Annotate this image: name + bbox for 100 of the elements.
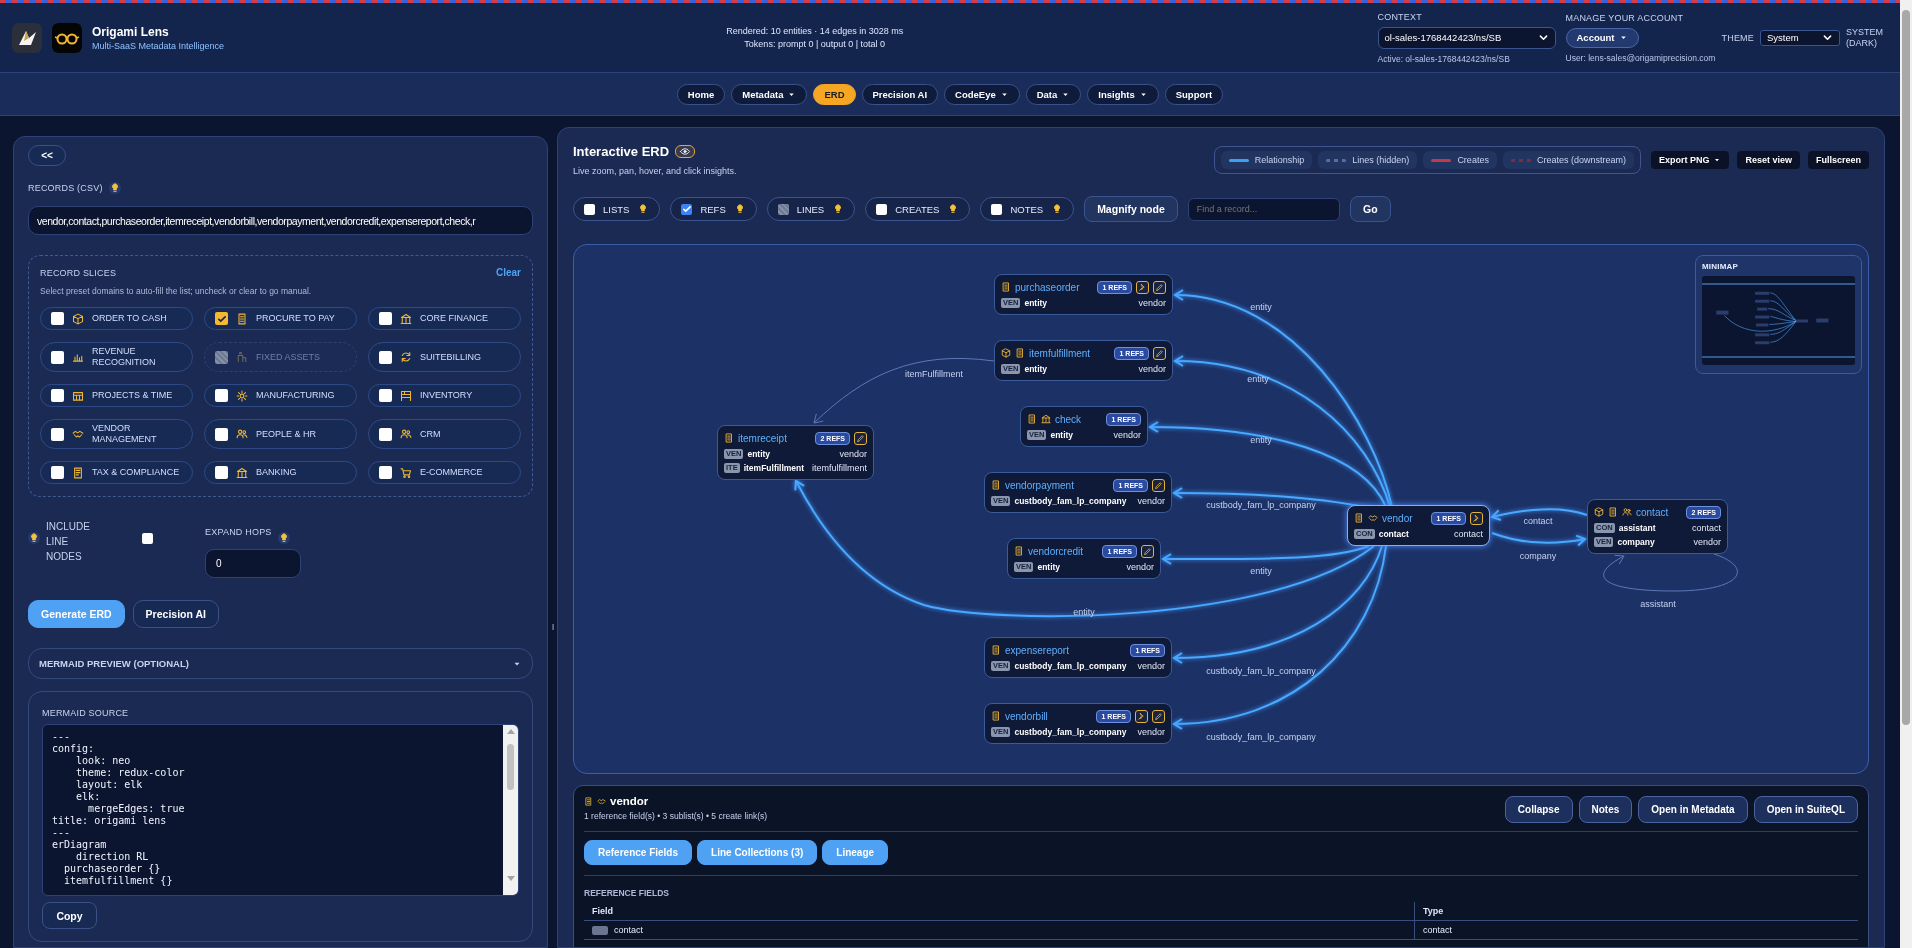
filter-toggle[interactable]: NOTES: [980, 197, 1075, 221]
records-input[interactable]: vendor,contact,purchaseorder,itemreceipt,vendorbill,vendorpayment,vendorcredit,expensereport,check,r: [28, 206, 533, 235]
edit-button[interactable]: [1152, 478, 1165, 492]
slice-option[interactable]: CRM: [368, 419, 521, 449]
checkbox[interactable]: [51, 389, 64, 402]
receipt-icon: [1014, 546, 1024, 556]
filter-toggle[interactable]: LISTS: [573, 197, 661, 221]
slice-option[interactable]: SUITEBILLING: [368, 342, 521, 372]
account-button[interactable]: Account: [1565, 27, 1639, 48]
checkbox[interactable]: [876, 203, 888, 215]
edit-button[interactable]: [854, 431, 867, 445]
context-label: CONTEXT: [1377, 11, 1423, 22]
slice-option[interactable]: PEOPLE & HR: [204, 419, 357, 449]
collapse-button[interactable]: <<: [28, 145, 66, 166]
details-button[interactable]: Open in Metadata: [1638, 796, 1748, 823]
erd-canvas[interactable]: [573, 244, 1869, 774]
nav-tab[interactable]: Home: [676, 83, 726, 105]
toolbar-button[interactable]: Export PNG: [1650, 151, 1730, 169]
checkbox[interactable]: [142, 533, 153, 544]
details-button[interactable]: Collapse: [1504, 796, 1573, 823]
slice-label: VENDOR MANAGEMENT: [92, 423, 158, 445]
slice-option[interactable]: PROCURE TO PAY: [204, 307, 357, 330]
slice-option[interactable]: ORDER TO CASH: [40, 307, 193, 330]
edge-label: assistant: [1640, 599, 1676, 609]
checkbox[interactable]: [681, 203, 693, 215]
slice-option[interactable]: PROJECTS & TIME: [40, 384, 193, 407]
legend-item[interactable]: Relationship: [1220, 151, 1313, 169]
slice-option[interactable]: MANUFACTURING: [204, 384, 357, 407]
toggle-label: CREATES: [895, 203, 940, 215]
field-type: vendor: [1693, 537, 1721, 547]
slices-hint: Select preset domains to auto-fill the list; uncheck or clear to go manual.: [40, 286, 313, 296]
entity-name: check: [1055, 413, 1083, 425]
checkbox[interactable]: [991, 203, 1003, 215]
filter-toggle[interactable]: CREATES: [865, 197, 971, 221]
page-scrollbar[interactable]: [1900, 0, 1912, 948]
nav-tab[interactable]: Metadata: [731, 83, 808, 105]
edit-button[interactable]: [1153, 346, 1166, 360]
filter-toggle[interactable]: REFS: [670, 197, 757, 221]
checkbox[interactable]: [51, 427, 64, 441]
legend-item[interactable]: Lines (hidden): [1318, 151, 1418, 169]
table-cell: contact: [1423, 925, 1453, 935]
edit-button[interactable]: [1153, 280, 1166, 294]
edge-label: entity: [1247, 374, 1269, 384]
checkbox[interactable]: [379, 312, 392, 325]
checkbox[interactable]: [215, 312, 228, 325]
slice-option[interactable]: BANKING: [204, 461, 357, 484]
nav-tab[interactable]: Data: [1025, 83, 1082, 105]
slice-label: REVENUE RECOGNITION: [92, 346, 157, 368]
slice-option[interactable]: INVENTORY: [368, 384, 521, 407]
toolbar-button[interactable]: Reset view: [1737, 151, 1800, 169]
slice-option[interactable]: VENDOR MANAGEMENT: [40, 419, 193, 449]
details-button[interactable]: Notes: [1578, 796, 1633, 823]
code-editor[interactable]: --- config: look: neo theme: redux-color layout: elk elk: mergeEdges: true title: origami lens --- erDiagram direction RL purchaseorder {} itemfulfillment {}: [42, 724, 519, 896]
edit-button[interactable]: [1152, 709, 1165, 723]
legend-label: Creates (downstream): [1536, 155, 1626, 165]
slice-option[interactable]: TAX & COMPLIANCE: [40, 461, 193, 484]
slice-option[interactable]: REVENUE RECOGNITION: [40, 342, 193, 372]
nav-tab[interactable]: CodeEye: [944, 83, 1020, 105]
details-button[interactable]: Open in SuiteQL: [1753, 796, 1858, 823]
nav-tab[interactable]: Precision AI: [861, 83, 939, 105]
minimap-panel[interactable]: MINIMAP: [1695, 255, 1862, 374]
slice-label: BANKING: [256, 467, 297, 478]
mermaid-preview-toggle[interactable]: MERMAID PREVIEW (OPTIONAL): [28, 648, 533, 679]
nav-tab[interactable]: ERD: [813, 83, 856, 105]
context-select[interactable]: ol-sales-1768442423/ns/SB: [1377, 26, 1556, 49]
scrollbar[interactable]: [503, 725, 518, 895]
checkbox[interactable]: [215, 427, 228, 441]
field-type: contact: [1691, 523, 1721, 533]
checkbox[interactable]: [51, 350, 64, 364]
checkbox[interactable]: [379, 389, 392, 402]
nav-tab[interactable]: Support: [1164, 83, 1224, 105]
caret-icon: [1618, 33, 1628, 42]
field-name: entity: [1024, 364, 1049, 374]
slice-label: INVENTORY: [420, 390, 473, 401]
ai-button[interactable]: Precision AI: [132, 600, 219, 628]
checkbox[interactable]: [379, 427, 392, 441]
checkbox[interactable]: [215, 389, 228, 402]
expand-hops-input[interactable]: 0: [205, 549, 301, 578]
clear-link[interactable]: Clear: [496, 267, 521, 278]
checkbox[interactable]: [379, 350, 392, 364]
slice-option[interactable]: E-COMMERCE: [368, 461, 521, 484]
checkbox[interactable]: [51, 466, 64, 479]
go-button[interactable]: Go: [1349, 196, 1391, 222]
nav-tab[interactable]: Insights: [1087, 83, 1159, 105]
legend-item[interactable]: Creates (downstream): [1502, 151, 1634, 169]
search-field[interactable]: Find a record...: [1187, 197, 1340, 221]
toolbar-button[interactable]: Fullscreen: [1807, 151, 1869, 169]
box-icon: [1594, 507, 1604, 517]
checkbox[interactable]: [215, 466, 228, 479]
legend-item[interactable]: Creates: [1423, 151, 1497, 169]
checkbox[interactable]: [51, 312, 64, 325]
checkbox[interactable]: [379, 466, 392, 479]
slice-option[interactable]: CORE FINANCE: [368, 307, 521, 330]
copy-button[interactable]: Copy: [42, 902, 97, 929]
edit-button[interactable]: [1141, 544, 1154, 558]
checkbox[interactable]: [584, 203, 595, 215]
magnify-button[interactable]: Magnify node: [1084, 196, 1178, 222]
theme-select[interactable]: System: [1760, 29, 1840, 46]
field-name: entity: [747, 449, 772, 459]
section-title: REFERENCE FIELDS: [584, 888, 670, 898]
